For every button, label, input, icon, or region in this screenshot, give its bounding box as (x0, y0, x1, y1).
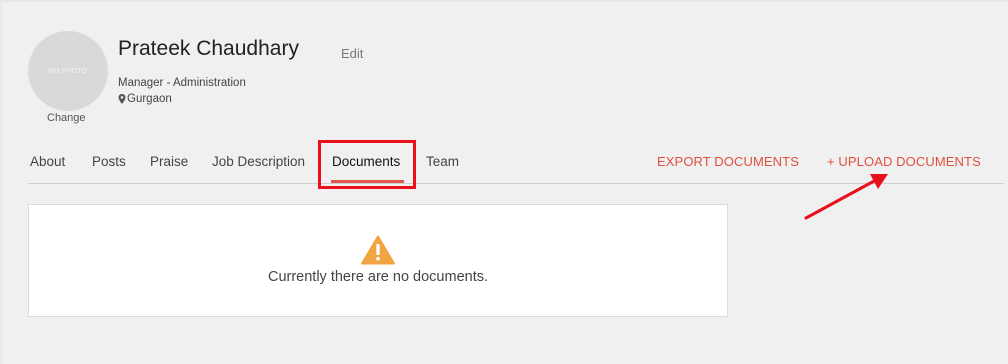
map-pin-icon (118, 94, 126, 104)
tab-job-description[interactable]: Job Description (212, 154, 305, 169)
avatar[interactable]: NO PHOTO (28, 31, 108, 111)
change-photo-link[interactable]: Change (47, 112, 86, 124)
tab-team[interactable]: Team (426, 154, 459, 169)
employee-designation: Manager - Administration (118, 77, 246, 89)
annotation-arrow (804, 174, 888, 220)
tab-praise[interactable]: Praise (150, 154, 188, 169)
left-border (0, 0, 2, 364)
tab-about[interactable]: About (30, 154, 65, 169)
avatar-placeholder-text: NO PHOTO (48, 67, 88, 75)
tab-posts[interactable]: Posts (92, 154, 126, 169)
edit-profile-link[interactable]: Edit (341, 46, 363, 61)
export-documents-button[interactable]: EXPORT DOCUMENTS (657, 154, 799, 169)
employee-name: Prateek Chaudhary (118, 37, 299, 60)
warning-icon (361, 235, 395, 265)
annotation-highlight-box (318, 140, 416, 189)
location-text: Gurgaon (127, 93, 172, 105)
top-border (0, 0, 1008, 2)
documents-card: Currently there are no documents. (28, 204, 728, 317)
empty-documents-message: Currently there are no documents. (267, 269, 489, 285)
employee-location: Gurgaon (118, 93, 172, 105)
profile-page: NO PHOTO Change Prateek Chaudhary Edit M… (0, 0, 1008, 364)
